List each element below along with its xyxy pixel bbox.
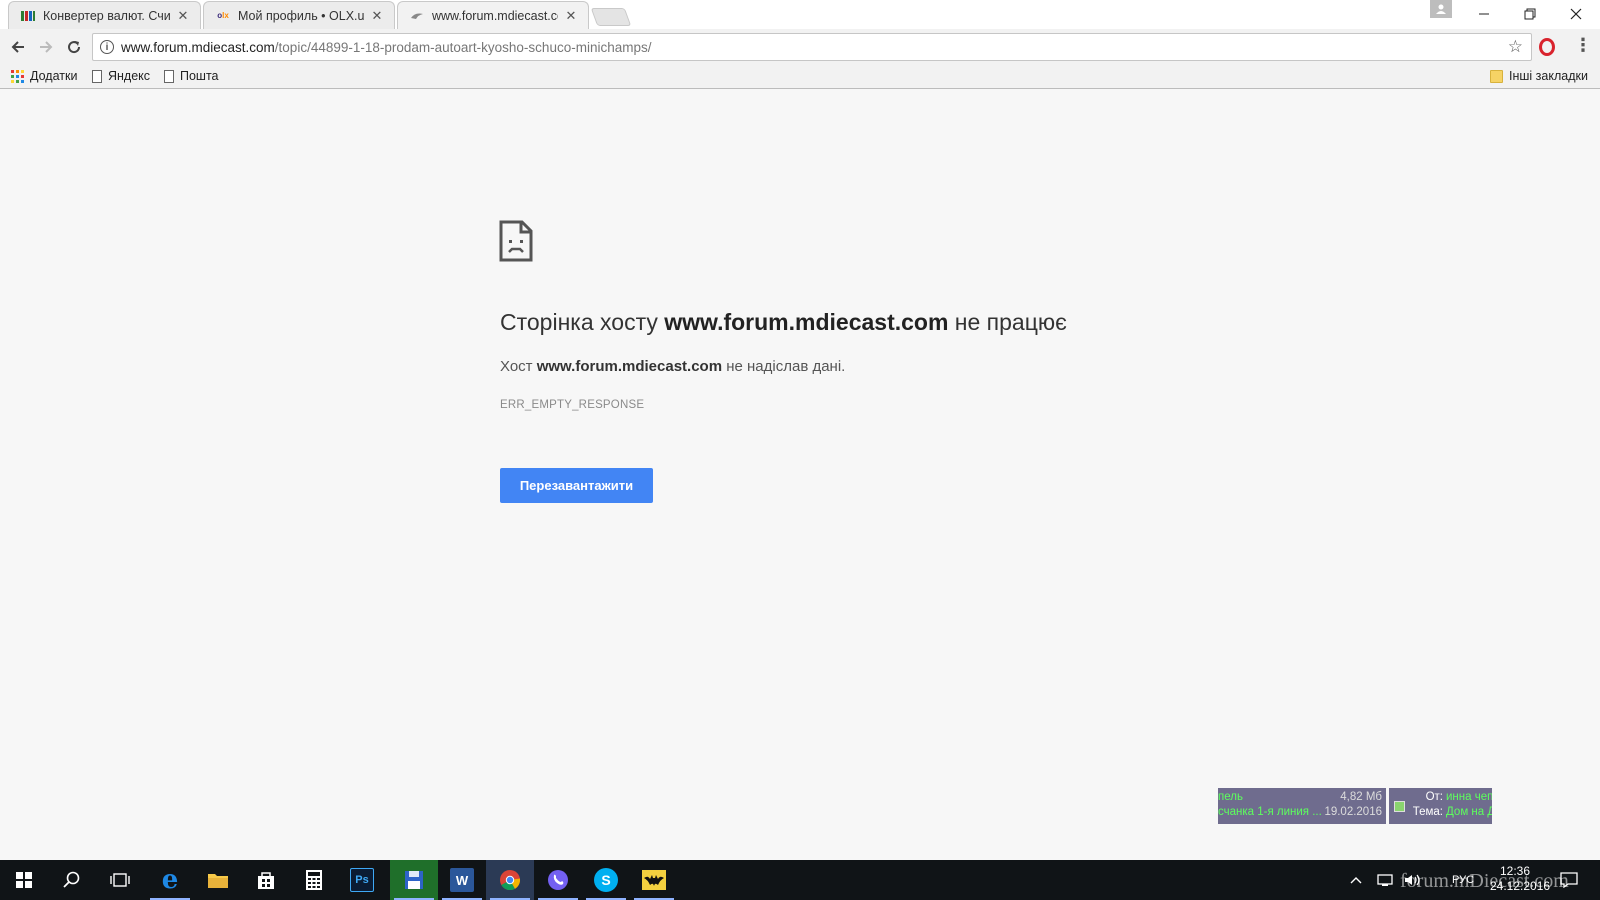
- currency-favicon-icon: [21, 9, 35, 23]
- info-icon[interactable]: i: [100, 40, 114, 54]
- close-icon[interactable]: ✕: [564, 8, 578, 24]
- word-taskbar-button[interactable]: W: [438, 860, 486, 900]
- other-bookmarks-label: Інші закладки: [1509, 69, 1588, 83]
- word-icon: W: [450, 868, 474, 892]
- floppy-disk-icon: [405, 871, 423, 889]
- apps-icon: [11, 69, 24, 83]
- tab-title: Конвертер валют. Счита: [43, 8, 170, 23]
- task-view-button[interactable]: [96, 860, 144, 900]
- title-bar: Конвертер валют. Счита ✕ o lx Мой профиль…: [0, 0, 1600, 29]
- restore-button[interactable]: [1507, 0, 1553, 28]
- bookmark-mail[interactable]: Пошта: [164, 69, 219, 83]
- error-headline: Сторінка хосту www.forum.mdiecast.com не…: [500, 309, 1067, 335]
- error-page: Сторінка хосту www.forum.mdiecast.com не…: [0, 90, 1600, 860]
- photoshop-taskbar-button[interactable]: Ps: [338, 860, 386, 900]
- taskbar: e Ps W S РУС 12:36 24.12.2016: [0, 860, 1600, 900]
- edge-taskbar-button[interactable]: e: [146, 860, 194, 900]
- back-button[interactable]: [6, 35, 30, 59]
- file-explorer-taskbar-button[interactable]: [194, 860, 242, 900]
- edge-icon: e: [161, 865, 179, 895]
- download-name: пель: [1218, 791, 1243, 803]
- download-size: 4,82 Мб: [1340, 791, 1382, 803]
- error-code: ERR_EMPTY_RESPONSE: [500, 399, 645, 411]
- skype-taskbar-button[interactable]: S: [582, 860, 630, 900]
- batman-icon: [642, 870, 666, 890]
- bookmark-star-icon[interactable]: ☆: [1508, 37, 1523, 57]
- browser-toolbar: i www.forum.mdiecast.com/topic/44899-1-1…: [0, 29, 1600, 65]
- download-name: счанка 1-я линия ...: [1218, 806, 1322, 818]
- tab-title: Мой профиль • OLX.ua: [238, 8, 364, 23]
- bookmark-yandex[interactable]: Яндекс: [92, 69, 150, 83]
- search-button[interactable]: [48, 860, 96, 900]
- mail-subject-value: Дом на Д: [1446, 806, 1492, 818]
- mail-from-label: От:: [1425, 791, 1443, 803]
- menu-icon[interactable]: ⋮: [1574, 35, 1592, 56]
- tab-currency-converter[interactable]: Конвертер валют. Счита ✕: [8, 1, 201, 29]
- reload-icon[interactable]: [62, 35, 86, 59]
- viber-icon: [548, 870, 568, 890]
- bookmark-label: Додатки: [30, 69, 78, 83]
- chrome-icon: [500, 870, 521, 891]
- calculator-icon: [306, 870, 322, 890]
- minimize-button[interactable]: [1461, 0, 1507, 28]
- close-icon[interactable]: ✕: [176, 8, 190, 24]
- network-icon[interactable]: [1376, 860, 1396, 900]
- photoshop-icon: Ps: [350, 868, 374, 892]
- bookmark-label: Пошта: [180, 69, 219, 83]
- task-view-icon: [110, 873, 130, 887]
- mail-status-icon: [1394, 801, 1405, 812]
- sad-page-icon: [499, 220, 533, 262]
- url-text: www.forum.mdiecast.com/topic/44899-1-18-…: [121, 40, 652, 55]
- folder-icon: [208, 874, 228, 888]
- tab-mdiecast[interactable]: www.forum.mdiecast.com ✕: [397, 1, 589, 29]
- windows-icon: [16, 872, 32, 888]
- close-icon[interactable]: ✕: [370, 8, 384, 24]
- store-taskbar-button[interactable]: [242, 860, 290, 900]
- address-bar[interactable]: i www.forum.mdiecast.com/topic/44899-1-1…: [92, 33, 1532, 61]
- new-tab-button[interactable]: [590, 8, 632, 26]
- bookmark-label: Яндекс: [108, 69, 151, 83]
- viber-taskbar-button[interactable]: [534, 860, 582, 900]
- search-icon: [63, 871, 80, 888]
- profile-icon[interactable]: [1430, 0, 1452, 18]
- opera-extension-icon[interactable]: [1539, 38, 1555, 56]
- mdiecast-favicon-icon: [410, 9, 424, 23]
- start-button[interactable]: [0, 860, 48, 900]
- tab-title: www.forum.mdiecast.com: [432, 8, 558, 23]
- bookmark-apps[interactable]: Додатки: [11, 69, 77, 83]
- show-hidden-icons[interactable]: [1350, 860, 1362, 900]
- download-widget[interactable]: пель 4,82 Мб счанка 1-я линия ... 19.02.20…: [1218, 788, 1386, 824]
- page-icon: [164, 69, 174, 83]
- page-icon: [92, 69, 102, 83]
- mail-widget[interactable]: От:инна чепель Тема:Дом на Д: [1389, 788, 1492, 824]
- skype-icon: S: [594, 868, 618, 892]
- batman-app-taskbar-button[interactable]: [630, 860, 678, 900]
- save-app-taskbar-button[interactable]: [390, 860, 438, 900]
- chrome-taskbar-button[interactable]: [486, 860, 534, 900]
- calculator-taskbar-button[interactable]: [290, 860, 338, 900]
- mail-subject-label: Тема:: [1412, 806, 1443, 818]
- download-date: 19.02.2016: [1324, 806, 1382, 818]
- store-icon: [258, 872, 274, 889]
- folder-icon: [1490, 69, 1503, 83]
- close-window-button[interactable]: [1553, 0, 1599, 28]
- other-bookmarks[interactable]: Інші закладки: [1490, 69, 1588, 83]
- bookmarks-bar: Додатки Яндекс Пошта Інші закладки: [0, 65, 1600, 89]
- error-description: Хост www.forum.mdiecast.com не надіслав …: [500, 358, 846, 375]
- reload-button[interactable]: Перезавантажити: [500, 468, 653, 503]
- watermark-text: forum.mDiecast.com: [1400, 870, 1569, 892]
- tab-olx-profile[interactable]: o lx Мой профиль • OLX.ua ✕: [203, 1, 395, 29]
- forward-button[interactable]: [34, 35, 58, 59]
- mail-from-value: инна чепель: [1446, 791, 1492, 803]
- olx-favicon-icon: o lx: [217, 11, 229, 20]
